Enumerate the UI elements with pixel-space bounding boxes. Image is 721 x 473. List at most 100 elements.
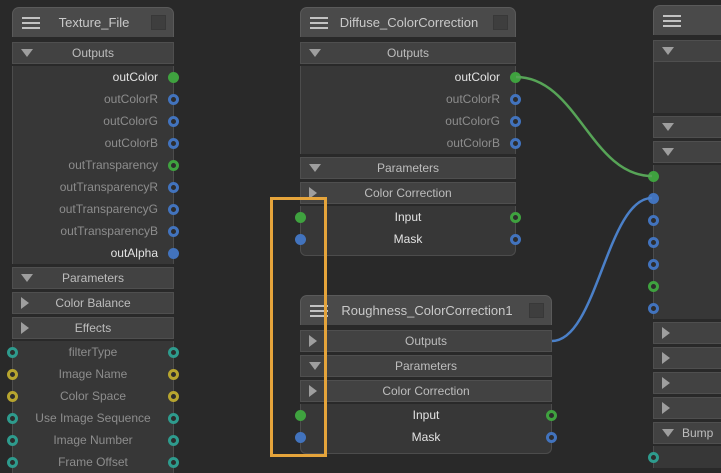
port-use-image-sequence-out[interactable] bbox=[168, 413, 179, 424]
port-port-0-in[interactable] bbox=[648, 171, 659, 182]
attr-label: Input bbox=[395, 210, 422, 224]
section-label: Color Balance bbox=[13, 293, 173, 313]
triangle-right-icon[interactable] bbox=[662, 352, 670, 364]
port-outcolor-out[interactable] bbox=[510, 72, 521, 83]
node-titlebar[interactable] bbox=[653, 5, 721, 35]
node-titlebar[interactable]: Roughness_ColorCorrection1 bbox=[300, 295, 552, 325]
port-image-number-out[interactable] bbox=[168, 435, 179, 446]
port-frame-offset-in[interactable] bbox=[7, 457, 18, 468]
triangle-down-icon[interactable] bbox=[662, 47, 674, 55]
section-bump[interactable]: Bump bbox=[653, 422, 721, 444]
port-outcolorg-out[interactable] bbox=[168, 116, 179, 127]
menu-icon[interactable] bbox=[310, 17, 328, 32]
section-bar-5[interactable] bbox=[653, 322, 721, 344]
node-shader-partial[interactable]: Bump bbox=[653, 5, 721, 468]
node-titlebar[interactable]: Diffuse_ColorCorrection bbox=[300, 7, 516, 37]
section-label: Parameters bbox=[13, 268, 173, 288]
port-mask-out[interactable] bbox=[510, 234, 521, 245]
port-input-out[interactable] bbox=[510, 212, 521, 223]
node-diffuse-colorcorrection[interactable]: Diffuse_ColorCorrection Outputs outColor ou… bbox=[300, 7, 516, 256]
section-label: Parameters bbox=[301, 356, 551, 376]
port-outcolor-out[interactable] bbox=[168, 72, 179, 83]
triangle-right-icon[interactable] bbox=[662, 327, 670, 339]
section-bar-2[interactable] bbox=[653, 116, 721, 138]
port-outcolorb-out[interactable] bbox=[168, 138, 179, 149]
triangle-right-icon[interactable] bbox=[662, 402, 670, 414]
section-bar-0[interactable] bbox=[653, 40, 721, 62]
triangle-right-icon[interactable] bbox=[21, 297, 29, 309]
node-roughness-colorcorrection1[interactable]: Roughness_ColorCorrection1 Outputs Paramet… bbox=[300, 295, 552, 454]
port-port-6-in[interactable] bbox=[648, 303, 659, 314]
attr-label: Color Space bbox=[60, 389, 126, 403]
port-image-name-out[interactable] bbox=[168, 369, 179, 380]
port-mask-out[interactable] bbox=[546, 432, 557, 443]
port-outcolorb-out[interactable] bbox=[510, 138, 521, 149]
menu-icon[interactable] bbox=[663, 15, 681, 30]
section-parameters[interactable]: Parameters bbox=[12, 267, 174, 289]
section-label: Outputs bbox=[301, 43, 515, 63]
section-color-correction[interactable]: Color Correction bbox=[300, 182, 516, 204]
section-outputs[interactable]: Outputs bbox=[300, 330, 552, 352]
section-color-balance[interactable]: Color Balance bbox=[12, 292, 174, 314]
section-effects[interactable]: Effects bbox=[12, 317, 174, 339]
port-outcolorr-out[interactable] bbox=[168, 94, 179, 105]
port-use-image-sequence-in[interactable] bbox=[7, 413, 18, 424]
triangle-down-icon[interactable] bbox=[21, 274, 33, 282]
port-outtransparencyr-out[interactable] bbox=[168, 182, 179, 193]
port-outtransparencyb-out[interactable] bbox=[168, 226, 179, 237]
port-filtertype-in[interactable] bbox=[7, 347, 18, 358]
wire-diffuse-outcolor-to-shader[interactable] bbox=[516, 77, 652, 176]
triangle-down-icon[interactable] bbox=[662, 148, 674, 156]
port-filtertype-out[interactable] bbox=[168, 347, 179, 358]
port-image-number-in[interactable] bbox=[7, 435, 18, 446]
port-color-space-in[interactable] bbox=[7, 391, 18, 402]
section-parameters[interactable]: Parameters bbox=[300, 157, 516, 179]
triangle-down-icon[interactable] bbox=[662, 123, 674, 131]
attr-row-outcolor: outColor bbox=[13, 66, 173, 88]
port-port-3-in[interactable] bbox=[648, 237, 659, 248]
triangle-right-icon[interactable] bbox=[21, 322, 29, 334]
port-port-0-in[interactable] bbox=[648, 452, 659, 463]
port-image-name-in[interactable] bbox=[7, 369, 18, 380]
node-texture-file[interactable]: Texture_FileOutputsoutColoroutColorRoutC… bbox=[12, 7, 174, 473]
attr-rows bbox=[653, 446, 721, 468]
attr-label: outColor bbox=[455, 70, 500, 84]
port-port-5-in[interactable] bbox=[648, 281, 659, 292]
triangle-down-icon[interactable] bbox=[309, 49, 321, 57]
port-port-4-in[interactable] bbox=[648, 259, 659, 270]
port-outcolorr-out[interactable] bbox=[510, 94, 521, 105]
port-port-1-in[interactable] bbox=[648, 193, 659, 204]
triangle-down-icon[interactable] bbox=[309, 164, 321, 172]
section-color-correction[interactable]: Color Correction bbox=[300, 380, 552, 402]
port-port-2-in[interactable] bbox=[648, 215, 659, 226]
section-bar-7[interactable] bbox=[653, 372, 721, 394]
attr-row-outalpha: outAlpha bbox=[13, 242, 173, 264]
port-outcolorg-out[interactable] bbox=[510, 116, 521, 127]
section-bar-3[interactable] bbox=[653, 141, 721, 163]
port-outalpha-out[interactable] bbox=[168, 248, 179, 259]
attr-label: filterType bbox=[69, 345, 118, 359]
port-color-space-out[interactable] bbox=[168, 391, 179, 402]
attr-label: outTransparencyR bbox=[60, 180, 158, 194]
port-outtransparencyg-out[interactable] bbox=[168, 204, 179, 215]
attr-label: outColorG bbox=[445, 114, 500, 128]
triangle-down-icon[interactable] bbox=[662, 429, 674, 437]
section-bar-8[interactable] bbox=[653, 397, 721, 419]
triangle-down-icon[interactable] bbox=[21, 49, 33, 57]
port-input-out[interactable] bbox=[546, 410, 557, 421]
section-outputs[interactable]: Outputs bbox=[300, 42, 516, 64]
node-editor-canvas[interactable]: Texture_FileOutputsoutColoroutColorRoutC… bbox=[0, 0, 721, 473]
wire-roughness-outputs-to-shader[interactable] bbox=[552, 198, 652, 341]
triangle-right-icon[interactable] bbox=[662, 377, 670, 389]
attr-label: outColor bbox=[113, 70, 158, 84]
attr-row-port-0 bbox=[654, 165, 721, 187]
attr-label: outColorG bbox=[103, 114, 158, 128]
menu-icon[interactable] bbox=[22, 17, 40, 32]
section-parameters[interactable]: Parameters bbox=[300, 355, 552, 377]
port-frame-offset-out[interactable] bbox=[168, 457, 179, 468]
port-outtransparency-out[interactable] bbox=[168, 160, 179, 171]
node-titlebar[interactable]: Texture_File bbox=[12, 7, 174, 37]
attr-label: outTransparencyB bbox=[60, 224, 158, 238]
section-outputs[interactable]: Outputs bbox=[12, 42, 174, 64]
section-bar-6[interactable] bbox=[653, 347, 721, 369]
